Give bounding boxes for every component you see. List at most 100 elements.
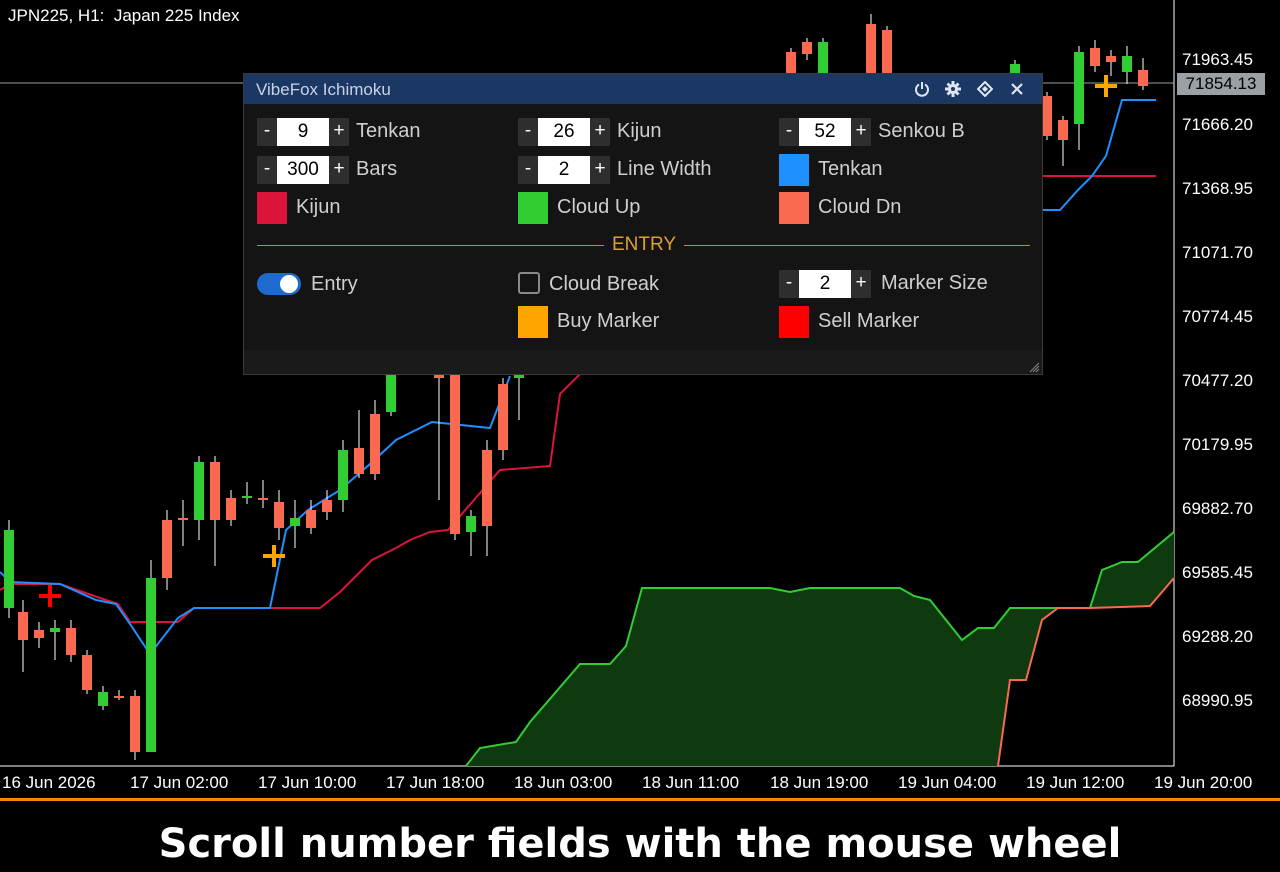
cloud-dn-color-control: Cloud Dn <box>779 192 979 224</box>
diamond-icon[interactable] <box>974 78 996 100</box>
candle-body <box>210 462 220 520</box>
candle-body <box>1058 120 1068 140</box>
sell-marker-color-swatch[interactable] <box>779 306 809 338</box>
gear-icon[interactable] <box>942 78 964 100</box>
candle-body <box>466 516 476 532</box>
marker-size-input[interactable]: 2 <box>799 270 851 298</box>
cloud-up-color-label: Cloud Up <box>557 196 641 218</box>
caption-text: Scroll number fields with the mouse whee… <box>158 821 1122 867</box>
section-divider-left <box>257 245 604 246</box>
tenkan-period-control: - 9 + Tenkan <box>257 118 477 146</box>
panel-title: VibeFox Ichimoku <box>256 80 391 99</box>
candle-body <box>130 696 140 752</box>
candle-body <box>162 520 172 578</box>
candle-body <box>338 450 348 500</box>
ichimoku-settings-panel[interactable]: VibeFox Ichimoku - 9 + Tenkan - 26 + Kij… <box>243 73 1043 375</box>
candle-body <box>482 450 492 526</box>
candle-body <box>146 578 156 752</box>
buy-marker-color-control: Buy Marker <box>518 306 718 338</box>
line-width-input[interactable]: 2 <box>538 156 590 184</box>
candle-body <box>274 502 284 528</box>
candle-body <box>786 52 796 74</box>
bars-decrement-button[interactable]: - <box>257 156 277 184</box>
power-icon[interactable] <box>911 78 933 100</box>
price-tick-label: 70774.45 <box>1182 307 1253 326</box>
bars-stepper[interactable]: - 300 + <box>257 156 349 184</box>
kijun-period-label: Kijun <box>617 120 662 142</box>
candle-body <box>818 42 828 74</box>
marker-size-control: - 2 + Marker Size <box>779 270 1029 298</box>
time-tick-label: 19 Jun 12:00 <box>1026 773 1125 792</box>
tenkan-period-input[interactable]: 9 <box>277 118 329 146</box>
line-width-control: - 2 + Line Width <box>518 156 758 184</box>
cloud-up-color-swatch[interactable] <box>518 192 548 224</box>
senkou-b-period-input[interactable]: 52 <box>799 118 851 146</box>
price-tick-label: 68990.95 <box>1182 691 1253 710</box>
marker-size-stepper[interactable]: - 2 + <box>779 270 871 298</box>
toggle-knob <box>280 275 298 293</box>
candle-body <box>258 498 268 500</box>
candle-body <box>1074 52 1084 124</box>
candle-body <box>1042 96 1052 136</box>
line-width-label: Line Width <box>617 158 712 180</box>
buy-marker-color-swatch[interactable] <box>518 306 548 338</box>
time-tick-label: 19 Jun 04:00 <box>898 773 997 792</box>
candle-body <box>802 42 812 54</box>
sell-marker-color-control: Sell Marker <box>779 306 979 338</box>
price-tick-label: 70179.95 <box>1182 435 1253 454</box>
bars-input[interactable]: 300 <box>277 156 329 184</box>
symbol-title: JPN225, H1: Japan 225 Index <box>8 6 240 25</box>
resize-grip-icon[interactable] <box>1028 360 1040 373</box>
tenkan-stepper[interactable]: - 9 + <box>257 118 349 146</box>
sell-marker-label: Sell Marker <box>818 310 920 332</box>
line-width-decrement-button[interactable]: - <box>518 156 538 184</box>
time-tick-label: 17 Jun 10:00 <box>258 773 357 792</box>
candle-body <box>34 630 44 638</box>
tenkan-line-segment <box>1042 99 1156 211</box>
line-width-increment-button[interactable]: + <box>590 156 610 184</box>
bars-control: - 300 + Bars <box>257 156 477 184</box>
line-width-stepper[interactable]: - 2 + <box>518 156 610 184</box>
panel-header[interactable]: VibeFox Ichimoku <box>244 74 1042 104</box>
entry-toggle[interactable] <box>257 273 301 295</box>
ichimoku-cloud <box>466 532 1174 766</box>
tenkan-increment-button[interactable]: + <box>329 118 349 146</box>
entry-section-title: ENTRY <box>611 234 677 255</box>
senkou-b-increment-button[interactable]: + <box>851 118 871 146</box>
price-tick-label: 71963.45 <box>1182 50 1253 69</box>
price-tick-label: 69288.20 <box>1182 627 1253 646</box>
kijun-increment-button[interactable]: + <box>590 118 610 146</box>
tenkan-decrement-button[interactable]: - <box>257 118 277 146</box>
cloud-dn-color-swatch[interactable] <box>779 192 809 224</box>
bars-increment-button[interactable]: + <box>329 156 349 184</box>
price-tick-label: 69882.70 <box>1182 499 1253 518</box>
kijun-color-label: Kijun <box>296 196 341 218</box>
marker-size-decrement-button[interactable]: - <box>779 270 799 298</box>
candle-body <box>178 518 188 520</box>
kijun-stepper[interactable]: - 26 + <box>518 118 610 146</box>
tenkan-line <box>0 375 511 656</box>
price-tick-label: 70477.20 <box>1182 371 1253 390</box>
kijun-period-input[interactable]: 26 <box>538 118 590 146</box>
close-icon[interactable] <box>1006 78 1028 100</box>
panel-footer <box>244 350 1042 374</box>
candle-body <box>354 448 364 474</box>
cloud-dn-color-label: Cloud Dn <box>818 196 902 218</box>
kijun-decrement-button[interactable]: - <box>518 118 538 146</box>
candle-body <box>98 692 108 706</box>
senkou-b-decrement-button[interactable]: - <box>779 118 799 146</box>
senkou-b-stepper[interactable]: - 52 + <box>779 118 871 146</box>
candle-body <box>386 374 396 412</box>
entry-toggle-control: Entry <box>257 271 457 299</box>
candle-body <box>498 384 508 450</box>
time-tick-label: 17 Jun 02:00 <box>130 773 229 792</box>
kijun-color-swatch[interactable] <box>257 192 287 224</box>
candle-body <box>4 530 14 608</box>
marker-size-label: Marker Size <box>881 272 988 294</box>
cloud-break-checkbox[interactable] <box>518 272 540 294</box>
candle-body <box>1138 70 1148 86</box>
tenkan-color-swatch[interactable] <box>779 154 809 186</box>
marker-size-increment-button[interactable]: + <box>851 270 871 298</box>
candle-body <box>1106 56 1116 62</box>
tenkan-color-control: Tenkan <box>779 154 979 186</box>
